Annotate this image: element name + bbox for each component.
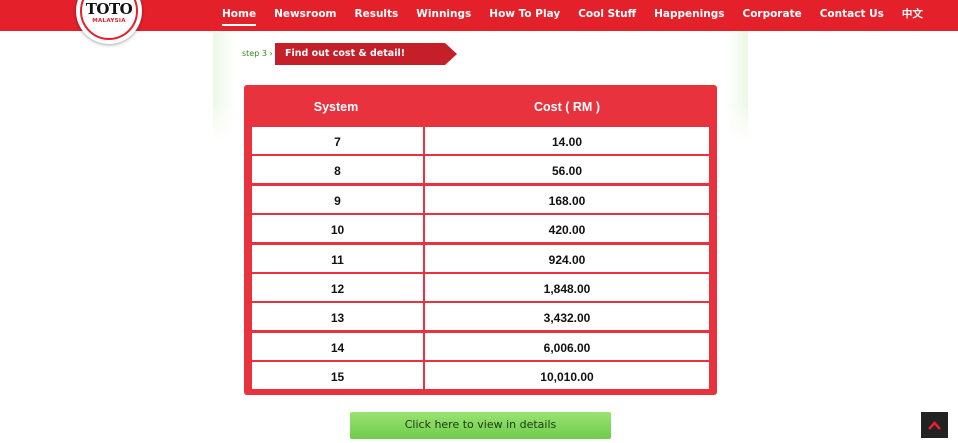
nav-item-cool-stuff[interactable]: Cool Stuff	[578, 0, 636, 31]
cost-table: System Cost ( RM ) 7 14.00 8 56.00 9 168.00 10…	[244, 85, 717, 395]
nav-item-results[interactable]: Results	[354, 0, 398, 31]
nav-item-contact-us[interactable]: Contact Us	[820, 0, 884, 31]
scroll-to-top-button[interactable]	[921, 412, 948, 438]
table-row: 8 56.00	[252, 156, 709, 184]
step-banner: Find out cost & detail!	[275, 43, 457, 65]
nav-item-home[interactable]: Home	[222, 0, 257, 31]
cost-cell: 420.00	[425, 215, 709, 243]
cost-cell: 10,010.00	[425, 362, 709, 390]
table-row: 7 14.00	[252, 127, 709, 154]
system-cell: 11	[252, 244, 423, 272]
nav-item-chinese[interactable]: 中文	[902, 0, 923, 31]
system-cell: 12	[252, 274, 423, 301]
system-cell: 10	[252, 215, 423, 243]
chevron-up-icon	[928, 421, 941, 430]
table-row: 9 168.00	[252, 185, 709, 213]
header-cost: Cost ( RM )	[534, 100, 600, 114]
cost-cell: 14.00	[425, 127, 709, 154]
table-row: 15 10,010.00	[252, 362, 709, 390]
table-row: 10 420.00	[252, 215, 709, 243]
system-cell: 15	[252, 362, 423, 390]
nav-item-newsroom[interactable]: Newsroom	[274, 0, 336, 31]
cost-cell: 924.00	[425, 244, 709, 272]
cost-cell: 6,006.00	[425, 332, 709, 360]
table-row: 11 924.00	[252, 244, 709, 272]
header-system: System	[313, 100, 359, 114]
system-cell: 9	[252, 185, 423, 213]
table-row: 14 6,006.00	[252, 332, 709, 360]
nav-item-winnings[interactable]: Winnings	[416, 0, 471, 31]
toto-logo[interactable]: TOTO MALAYSIA	[76, 0, 142, 44]
table-row: 13 3,432.00	[252, 303, 709, 331]
logo-subtext: MALAYSIA	[92, 18, 126, 24]
main-nav: Home Newsroom Results Winnings How To Play Co…	[222, 0, 941, 31]
logo-text: TOTO	[85, 0, 133, 18]
nav-item-corporate[interactable]: Corporate	[742, 0, 801, 31]
nav-item-how-to-play[interactable]: How To Play	[489, 0, 560, 31]
system-cell: 7	[252, 127, 423, 154]
cost-cell: 3,432.00	[425, 303, 709, 331]
cost-cell: 1,848.00	[425, 274, 709, 301]
system-cell: 14	[252, 332, 423, 360]
table-row: 12 1,848.00	[252, 274, 709, 301]
cost-cell: 168.00	[425, 185, 709, 213]
cost-cell: 56.00	[425, 156, 709, 184]
system-cell: 8	[252, 156, 423, 184]
view-details-button[interactable]: Click here to view in details	[350, 412, 611, 439]
system-cell: 13	[252, 303, 423, 331]
nav-item-happenings[interactable]: Happenings	[654, 0, 724, 31]
step-label: step 3 ›	[242, 49, 273, 58]
